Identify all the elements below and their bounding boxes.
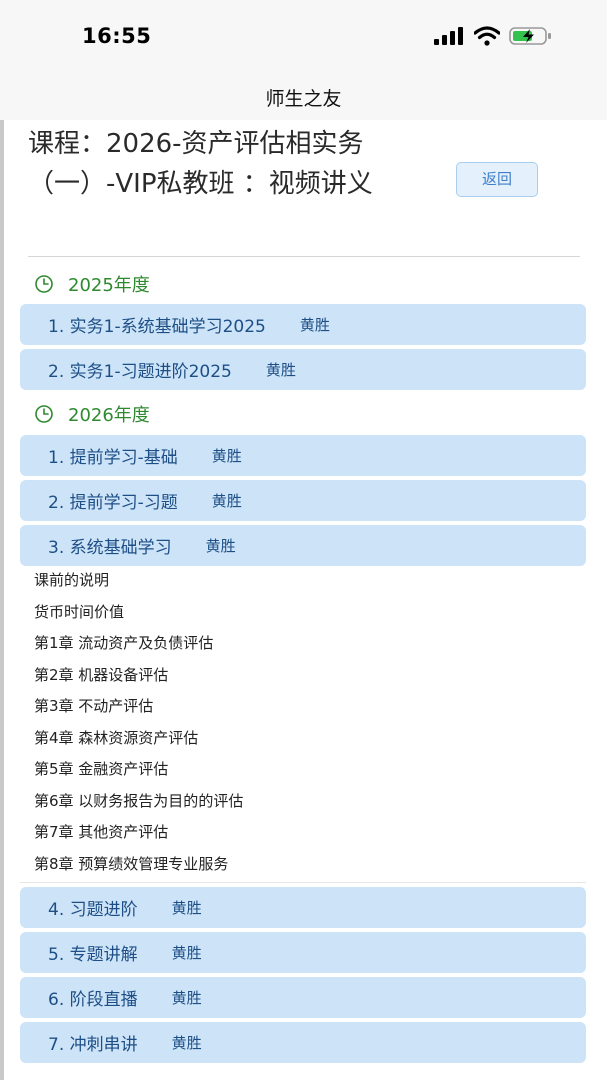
section-title: 6. 阶段直播 [48, 990, 138, 1010]
lesson-item[interactable]: 第6章 以财务报告为目的的评估 [34, 790, 243, 811]
section-title: 2. 提前学习-习题 [48, 493, 178, 513]
signal-icon [434, 27, 463, 45]
back-button[interactable]: 返回 [456, 162, 538, 197]
section-teacher: 黄胜 [299, 316, 330, 334]
section-row[interactable]: 1. 提前学习-基础 黄胜 [20, 435, 586, 476]
year-header-2026: 2026年度 [34, 401, 150, 427]
section-teacher: 黄胜 [171, 1034, 202, 1052]
title-divider [28, 256, 580, 257]
section-row[interactable]: 4. 习题进阶 黄胜 [20, 887, 586, 928]
lesson-item[interactable]: 第5章 金融资产评估 [34, 758, 168, 779]
section-teacher: 黄胜 [171, 899, 202, 917]
course-title: 课程：2026-资产评估相实务（一）-VIP私教班 ：视频讲义 [28, 129, 373, 199]
wifi-icon [474, 26, 500, 46]
status-time: 16:55 [82, 24, 152, 48]
section-title: 7. 冲刺串讲 [48, 1035, 138, 1055]
section-title: 3. 系统基础学习 [48, 538, 172, 558]
nav-bar: 师生之友 [0, 72, 607, 120]
section-title: 5. 专题讲解 [48, 945, 138, 965]
lesson-item[interactable]: 第1章 流动资产及负债评估 [34, 632, 213, 653]
section-teacher: 黄胜 [211, 492, 242, 510]
lesson-list-divider [20, 882, 586, 883]
lesson-item[interactable]: 第7章 其他资产评估 [34, 821, 168, 842]
section-title: 1. 提前学习-基础 [48, 448, 178, 468]
section-row-expanded[interactable]: 3. 系统基础学习 黄胜 [20, 525, 586, 566]
clock-icon [35, 275, 53, 293]
year-label: 2026年度 [68, 405, 150, 426]
lesson-item[interactable]: 货币时间价值 [34, 601, 124, 622]
clock-icon [35, 405, 53, 423]
lesson-item[interactable]: 第3章 不动产评估 [34, 695, 153, 716]
section-title: 1. 实务1-系统基础学习2025 [48, 317, 266, 337]
section-row[interactable]: 2. 提前学习-习题 黄胜 [20, 480, 586, 521]
content-area[interactable]: 课程：2026-资产评估相实务（一）-VIP私教班 ：视频讲义 返回 2025年… [0, 120, 607, 1080]
year-header-2025: 2025年度 [34, 271, 150, 297]
section-row[interactable]: 6. 阶段直播 黄胜 [20, 977, 586, 1018]
section-row[interactable]: 1. 实务1-系统基础学习2025 黄胜 [20, 304, 586, 345]
section-row[interactable]: 7. 冲刺串讲 黄胜 [20, 1022, 586, 1063]
section-title: 2. 实务1-习题进阶2025 [48, 362, 232, 382]
status-icons [433, 26, 553, 46]
battery-charging-icon [509, 27, 551, 45]
section-teacher: 黄胜 [205, 537, 236, 555]
section-title: 4. 习题进阶 [48, 900, 138, 920]
lesson-item[interactable]: 第8章 预算绩效管理专业服务 [34, 853, 228, 874]
section-teacher: 黄胜 [211, 447, 242, 465]
section-row[interactable]: 5. 专题讲解 黄胜 [20, 932, 586, 973]
nav-title: 师生之友 [265, 88, 342, 110]
lesson-item[interactable]: 课前的说明 [34, 569, 109, 590]
lesson-item[interactable]: 第4章 森林资源资产评估 [34, 727, 198, 748]
status-bar: 16:55 [0, 0, 607, 72]
section-teacher: 黄胜 [171, 989, 202, 1007]
year-label: 2025年度 [68, 275, 150, 296]
lesson-item[interactable]: 第2章 机器设备评估 [34, 664, 168, 685]
section-teacher: 黄胜 [171, 944, 202, 962]
section-row[interactable]: 2. 实务1-习题进阶2025 黄胜 [20, 349, 586, 390]
section-teacher: 黄胜 [265, 361, 296, 379]
